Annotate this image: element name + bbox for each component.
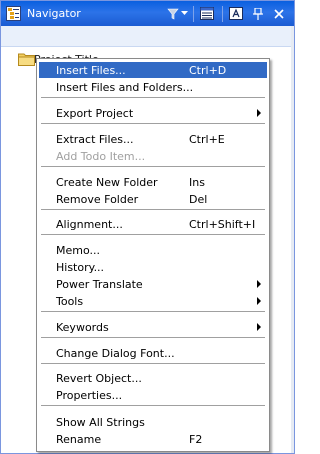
folder-icon	[18, 52, 35, 69]
menu-item-rename[interactable]: Rename F2	[39, 431, 267, 447]
menu-item-show-all-strings[interactable]: Show All Strings	[39, 414, 267, 430]
toolbar-separator	[222, 6, 223, 22]
submenu-arrow-icon	[257, 280, 261, 288]
menu-separator	[41, 123, 265, 124]
menu-separator	[41, 363, 265, 364]
menu-item-change-dialog-font[interactable]: Change Dialog Font...	[39, 345, 267, 361]
menu-item-label: Create New Folder	[56, 176, 158, 189]
menu-separator	[41, 166, 265, 167]
submenu-arrow-icon	[257, 297, 261, 305]
submenu-arrow-icon	[257, 109, 261, 117]
submenu-arrow-icon	[257, 323, 261, 331]
menu-item-history[interactable]: History...	[39, 259, 267, 275]
context-menu: Insert Files... Ctrl+D Insert Files and Fo…	[36, 58, 270, 452]
menu-separator	[41, 337, 265, 338]
menu-item-insert-files-and-folders[interactable]: Insert Files and Folders...	[39, 79, 267, 95]
menu-item-label: Export Project	[56, 107, 134, 120]
menu-separator	[41, 311, 265, 312]
pin-icon[interactable]	[253, 6, 263, 21]
menu-item-label: Insert Files and Folders...	[56, 81, 194, 94]
menu-item-shortcut: F2	[189, 433, 203, 446]
close-icon[interactable]	[274, 6, 284, 21]
menu-item-properties[interactable]: Properties...	[39, 387, 267, 403]
menu-item-create-new-folder[interactable]: Create New Folder Ins	[39, 174, 267, 190]
menu-item-label: Change Dialog Font...	[56, 347, 175, 360]
toolbar-separator	[193, 6, 194, 22]
menu-item-label: Show All Strings	[56, 416, 145, 429]
menu-item-label: Alignment...	[56, 218, 123, 231]
menu-item-label: Insert Files...	[56, 64, 126, 77]
menu-item-memo[interactable]: Memo...	[39, 242, 267, 258]
menu-item-export-project[interactable]: Export Project	[39, 105, 267, 121]
menu-item-shortcut: Ctrl+E	[189, 133, 225, 146]
menu-item-keywords[interactable]: Keywords	[39, 319, 267, 335]
navigator-app-icon	[6, 6, 21, 21]
menu-item-remove-folder[interactable]: Remove Folder Del	[39, 191, 267, 207]
menu-item-label: Add Todo Item...	[56, 150, 146, 163]
menu-item-label: Revert Object...	[56, 372, 142, 385]
menu-item-revert-object[interactable]: Revert Object...	[39, 370, 267, 386]
menu-item-tools[interactable]: Tools	[39, 293, 267, 309]
filter-icon[interactable]	[167, 6, 179, 21]
menu-item-label: Power Translate	[56, 278, 143, 291]
menu-item-label: Keywords	[56, 321, 109, 334]
menu-separator	[41, 209, 265, 210]
menu-item-extract-files[interactable]: Extract Files... Ctrl+E	[39, 131, 267, 147]
menu-separator	[41, 97, 265, 98]
toolbar-strip	[1, 26, 294, 47]
menu-item-shortcut: Del	[189, 193, 208, 206]
menu-item-shortcut: Ctrl+Shift+I	[189, 218, 256, 231]
scrollbar[interactable]	[291, 26, 294, 453]
font-icon[interactable]	[229, 6, 243, 21]
menu-item-alignment[interactable]: Alignment... Ctrl+Shift+I	[39, 216, 267, 232]
menu-item-power-translate[interactable]: Power Translate	[39, 276, 267, 292]
menu-item-label: Extract Files...	[56, 133, 134, 146]
menu-item-label: History...	[56, 261, 105, 274]
menu-item-label: Properties...	[56, 389, 123, 402]
menu-item-shortcut: Ctrl+D	[189, 64, 227, 77]
menu-item-shortcut: Ins	[189, 176, 205, 189]
menu-item-label: Tools	[56, 295, 84, 308]
grid-view-icon[interactable]	[200, 6, 214, 21]
menu-item-label: Rename	[56, 433, 102, 446]
menu-separator	[41, 234, 265, 235]
menu-separator	[41, 405, 265, 406]
dropdown-arrow-icon[interactable]	[181, 6, 188, 21]
menu-item-label: Remove Folder	[56, 193, 139, 206]
menu-item-insert-files[interactable]: Insert Files... Ctrl+D	[39, 62, 267, 78]
menu-item-label: Memo...	[56, 244, 100, 257]
menu-item-add-todo-item: Add Todo Item...	[39, 148, 267, 164]
window-title: Navigator	[27, 7, 81, 20]
title-bar: Navigator	[1, 1, 294, 26]
